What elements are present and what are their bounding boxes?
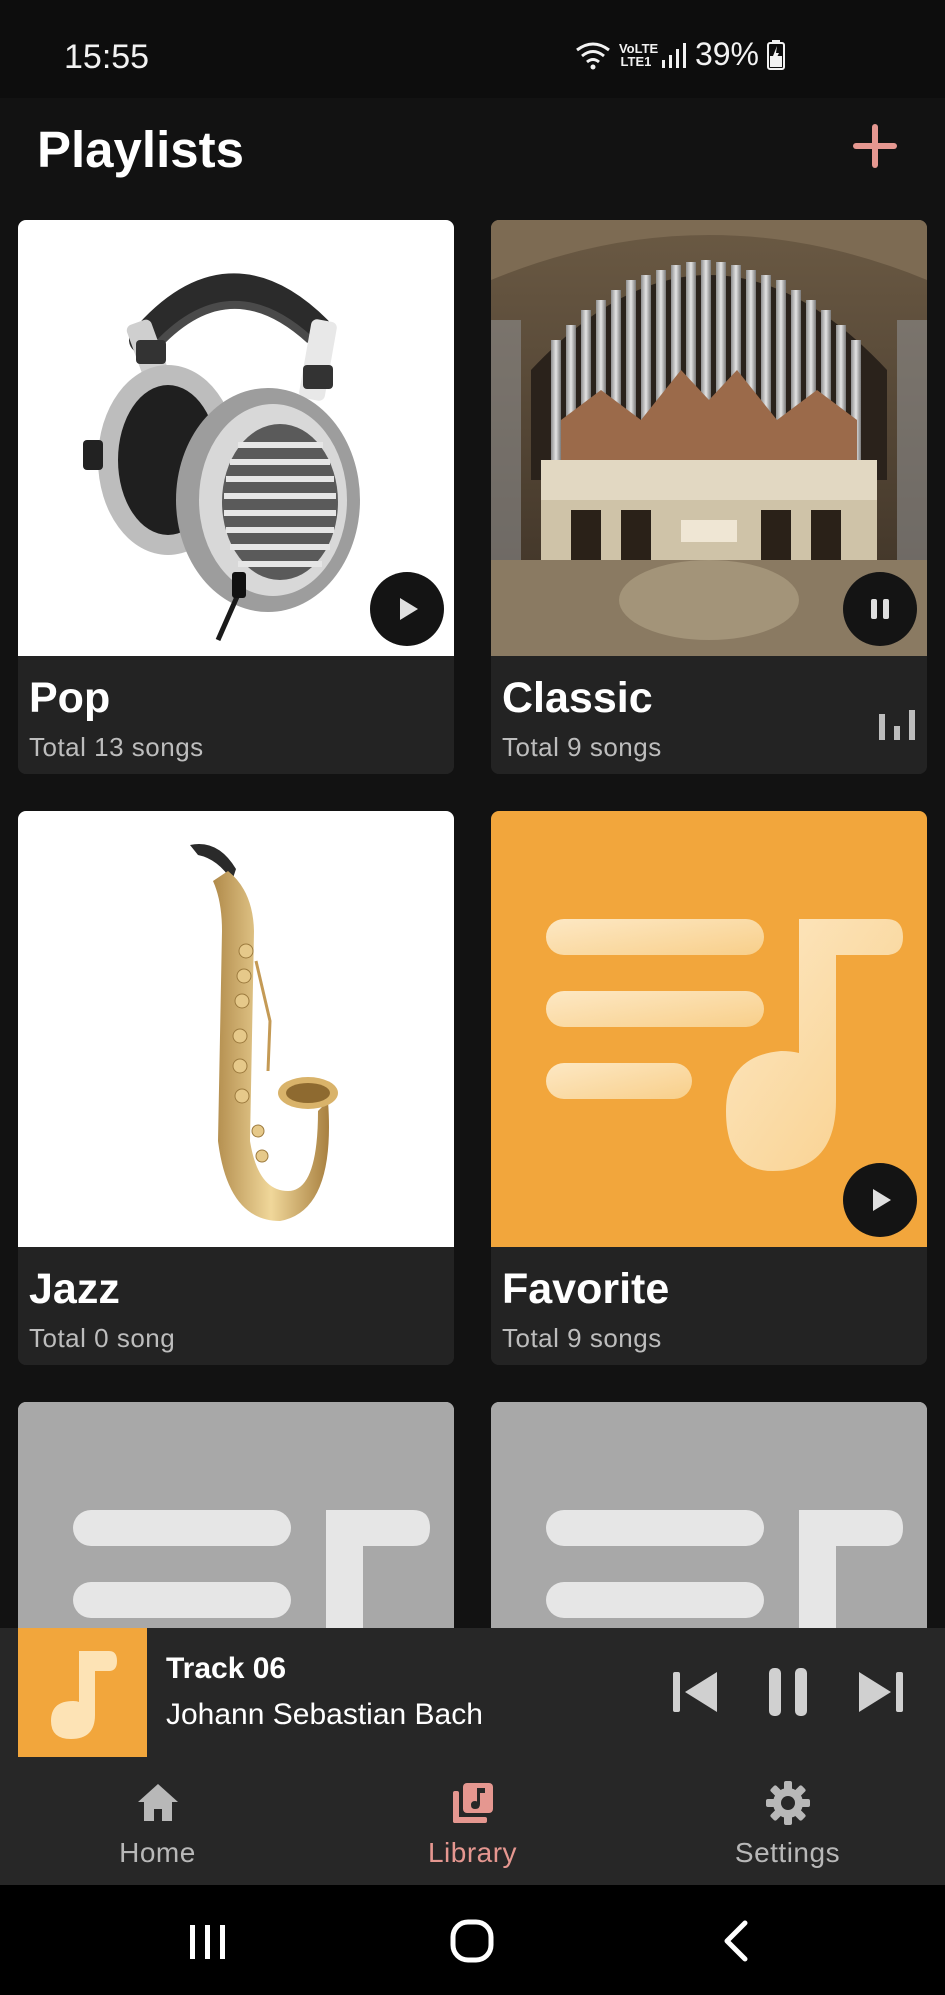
- play-icon: [873, 1189, 891, 1211]
- next-button[interactable]: [850, 1662, 910, 1722]
- playlist-card-pop[interactable]: Pop Total 13 songs: [18, 220, 454, 774]
- card-info: Jazz Total 0 song: [18, 1247, 454, 1365]
- play-icon: [400, 598, 418, 620]
- playlist-card-5[interactable]: [18, 1402, 454, 1628]
- plus-icon: [853, 124, 897, 168]
- skip-next-icon: [859, 1672, 903, 1712]
- playlist-placeholder-image: [18, 1402, 454, 1628]
- playlist-song-count: Total 0 song: [29, 1323, 176, 1353]
- home-circle-icon: [450, 1919, 494, 1963]
- pause-icon: [871, 599, 889, 619]
- system-navigation-bar: [0, 1885, 945, 1995]
- skip-previous-icon: [673, 1672, 717, 1712]
- nav-item-library[interactable]: Library: [315, 1757, 630, 1885]
- play-button[interactable]: [370, 572, 444, 646]
- system-back-button[interactable]: [704, 1909, 768, 1973]
- play-button[interactable]: [843, 1163, 917, 1237]
- bottom-navigation: Home Library Settings: [0, 1757, 945, 1885]
- signal-icon: [661, 42, 686, 68]
- playlist-card-classic[interactable]: Classic Total 9 songs: [491, 220, 927, 774]
- nav-item-settings[interactable]: Settings: [630, 1757, 945, 1885]
- headphones-image: [18, 220, 454, 656]
- playlist-card-6[interactable]: [491, 1402, 927, 1628]
- battery-charging-icon: [767, 39, 785, 70]
- system-home-button[interactable]: [440, 1909, 504, 1973]
- library-icon: [452, 1783, 493, 1823]
- now-playing-equalizer-icon: [879, 710, 915, 740]
- add-playlist-button[interactable]: [849, 120, 901, 172]
- recent-apps-button[interactable]: [176, 1909, 240, 1973]
- playlist-song-count: Total 9 songs: [502, 1323, 662, 1353]
- card-info: Classic Total 9 songs: [491, 656, 927, 774]
- playlist-title: Pop: [29, 674, 111, 722]
- track-artist: Johann Sebastian Bach: [166, 1698, 483, 1731]
- page-title: Playlists: [37, 121, 244, 178]
- previous-button[interactable]: [666, 1662, 726, 1722]
- nav-label-settings: Settings: [734, 1837, 841, 1868]
- home-icon: [137, 1784, 178, 1821]
- pause-button[interactable]: [758, 1662, 818, 1722]
- status-bar: 15:55 VoLTE LTE1 39%: [0, 0, 945, 98]
- recent-apps-icon: [190, 1925, 225, 1959]
- playlist-placeholder-image: [491, 1402, 927, 1628]
- mini-player[interactable]: Track 06 Johann Sebastian Bach: [0, 1628, 945, 1757]
- card-info: Pop Total 13 songs: [18, 656, 454, 774]
- playlist-placeholder-image: [491, 811, 927, 1247]
- playlist-card-jazz[interactable]: Jazz Total 0 song: [18, 811, 454, 1365]
- gear-icon: [765, 1781, 810, 1825]
- playlist-song-count: Total 13 songs: [29, 732, 204, 762]
- pause-icon: [769, 1668, 807, 1716]
- playlist-grid: Pop Total 13 songs Classic Total 9 songs…: [0, 218, 945, 1628]
- back-icon: [724, 1920, 748, 1962]
- nav-label-home: Home: [119, 1837, 196, 1868]
- playlist-card-favorite[interactable]: Favorite Total 9 songs: [491, 811, 927, 1365]
- music-note-icon: [50, 1650, 117, 1739]
- card-info: Favorite Total 9 songs: [491, 1247, 927, 1365]
- battery-percent: 39%: [694, 36, 759, 72]
- playlist-title: Classic: [502, 674, 653, 722]
- playlist-title: Jazz: [29, 1265, 120, 1313]
- nav-label-library: Library: [427, 1837, 518, 1868]
- pause-button[interactable]: [843, 572, 917, 646]
- status-time: 15:55: [64, 38, 150, 76]
- status-icons: VoLTE LTE1 39%: [575, 36, 785, 73]
- saxophone-image: [18, 811, 454, 1247]
- app-header: Playlists: [0, 98, 945, 218]
- nav-item-home[interactable]: Home: [0, 1757, 315, 1885]
- playlist-title: Favorite: [502, 1265, 670, 1313]
- pipe-organ-image: [491, 220, 927, 656]
- mini-player-artwork: [18, 1628, 147, 1757]
- playlist-song-count: Total 9 songs: [502, 732, 662, 762]
- wifi-icon: [576, 42, 610, 69]
- network-type: VoLTE LTE1: [618, 40, 659, 69]
- track-title: Track 06: [166, 1652, 287, 1685]
